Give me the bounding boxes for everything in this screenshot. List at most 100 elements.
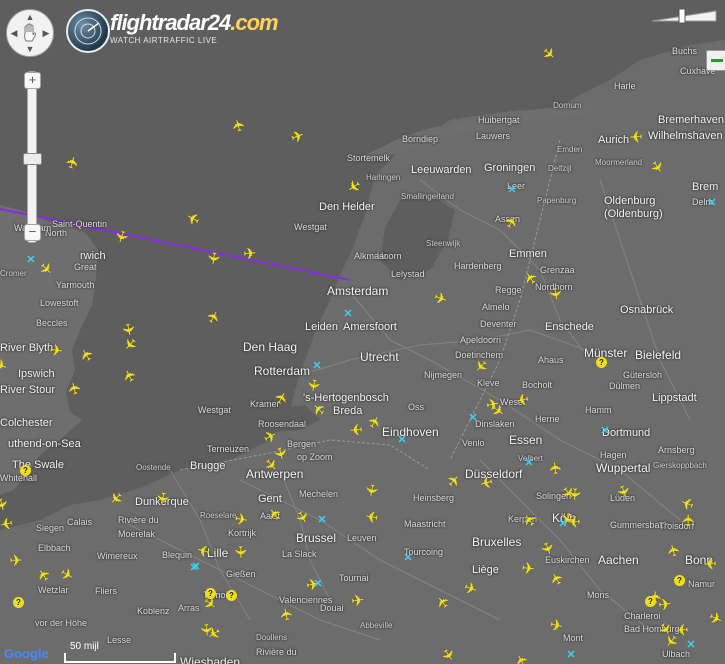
- flightradar24-logo[interactable]: flightradar24.com WATCH AIRTRAFFIC LIVE: [66, 9, 281, 53]
- airport-icon[interactable]: ✕: [600, 426, 610, 437]
- aircraft-cluster-icon[interactable]: ?: [205, 588, 216, 599]
- place-label: Papenburg: [537, 196, 577, 205]
- aircraft-icon[interactable]: ✈: [674, 620, 691, 637]
- place-label: Westgat: [294, 222, 327, 232]
- aircraft-icon[interactable]: ✈: [278, 605, 298, 624]
- place-label: Bruxelles: [472, 535, 522, 549]
- place-label: Leuven: [347, 533, 377, 543]
- place-label: Yarmouth: [56, 280, 95, 290]
- place-label: Maastricht: [404, 519, 446, 529]
- place-label: Harlingen: [366, 173, 401, 182]
- airport-icon[interactable]: ✕: [686, 640, 696, 651]
- logo-tagline: WATCH AIRTRAFFIC LIVE: [110, 36, 218, 45]
- airport-icon[interactable]: ✕: [343, 309, 353, 320]
- aircraft-icon[interactable]: ✈: [566, 512, 583, 529]
- aircraft-cluster-icon[interactable]: ?: [674, 575, 685, 586]
- place-label: Moerelak: [118, 529, 156, 539]
- aircraft-icon[interactable]: ✈: [547, 459, 566, 477]
- place-label: Eindhoven: [382, 425, 439, 439]
- airport-icon[interactable]: ✕: [317, 515, 327, 526]
- aircraft-icon[interactable]: ✈: [628, 127, 645, 145]
- place-label: Ahaus: [538, 355, 564, 365]
- place-label: River Blyth: [0, 342, 54, 354]
- pan-down-icon[interactable]: ▼: [25, 44, 35, 54]
- place-label: Gütersloh: [623, 370, 663, 380]
- aircraft-icon[interactable]: ✈: [565, 486, 583, 503]
- aircraft-icon[interactable]: ✈: [513, 389, 532, 408]
- place-label: Wilhelmshaven: [648, 130, 723, 142]
- zoom-slider-handle[interactable]: [23, 153, 42, 165]
- aircraft-icon[interactable]: ✈: [232, 511, 251, 531]
- place-label: Brussel: [296, 531, 337, 545]
- aircraft-icon[interactable]: ✈: [8, 553, 25, 571]
- airport-icon[interactable]: ✕: [191, 562, 201, 573]
- aircraft-icon[interactable]: ✈: [231, 544, 248, 560]
- place-label: Almelo: [482, 302, 510, 312]
- map-canvas[interactable]: Buchs Cuxhave Harle Dornum Huibertgat Lauwers…: [0, 0, 725, 664]
- airport-icon[interactable]: ✕: [468, 413, 478, 424]
- aircraft-icon[interactable]: ✈: [656, 596, 674, 615]
- airport-icon[interactable]: ✕: [558, 519, 568, 530]
- airport-icon[interactable]: ✕: [566, 650, 576, 661]
- airport-icon[interactable]: ✕: [26, 255, 36, 266]
- aircraft-cluster-icon[interactable]: ?: [20, 465, 31, 476]
- map-opacity-slider[interactable]: [650, 8, 718, 24]
- aircraft-icon[interactable]: ✈: [152, 489, 171, 508]
- airport-icon[interactable]: ✕: [707, 198, 717, 209]
- aircraft-icon[interactable]: ✈: [347, 419, 364, 438]
- collapse-panel-button[interactable]: [706, 50, 725, 71]
- place-label: Breda: [333, 405, 363, 417]
- zoom-in-button[interactable]: +: [24, 72, 41, 89]
- aircraft-cluster-icon[interactable]: ?: [596, 357, 607, 368]
- airport-icon[interactable]: ✕: [397, 435, 407, 446]
- place-label: Wuppertal: [596, 461, 651, 475]
- place-label: River Stour: [0, 384, 56, 396]
- place-label: Oostende: [136, 463, 171, 472]
- place-label: Grenzaa: [540, 265, 575, 275]
- place-label: Den Haag: [243, 340, 298, 354]
- place-label: Den Helder: [319, 201, 375, 213]
- aircraft-icon[interactable]: ✈: [303, 376, 322, 394]
- pan-left-icon[interactable]: ◀: [9, 28, 19, 38]
- zoom-out-button[interactable]: −: [24, 224, 41, 241]
- aircraft-icon[interactable]: ✈: [545, 285, 564, 304]
- pan-control[interactable]: ▲ ▼ ◀ ▶: [6, 9, 54, 57]
- aircraft-icon[interactable]: ✈: [701, 553, 718, 572]
- place-label: Rivière du: [118, 515, 159, 525]
- aircraft-icon[interactable]: ✈: [361, 481, 380, 500]
- airport-icon[interactable]: ✕: [507, 185, 517, 196]
- place-label: Hardenberg: [454, 261, 502, 271]
- aircraft-icon[interactable]: ✈: [47, 342, 65, 361]
- place-label: Groningen: [484, 162, 536, 174]
- place-label: Alkmaar: [354, 251, 388, 261]
- place-label: Emden: [557, 145, 583, 154]
- airport-icon[interactable]: ✕: [524, 458, 534, 469]
- aircraft-icon[interactable]: ✈: [349, 592, 367, 611]
- place-label: Fliers: [95, 586, 117, 596]
- pan-right-icon[interactable]: ▶: [41, 28, 51, 38]
- aircraft-icon[interactable]: ✈: [363, 506, 381, 525]
- pan-up-icon[interactable]: ▲: [25, 12, 35, 22]
- place-label: Charleroi: [624, 611, 661, 621]
- aircraft-icon[interactable]: ✈: [241, 245, 258, 263]
- aircraft-cluster-icon[interactable]: ?: [645, 596, 656, 607]
- aircraft-icon[interactable]: ✈: [203, 249, 222, 267]
- place-label: Nijmegen: [424, 370, 463, 380]
- place-label: Bremerhaven: [658, 114, 725, 126]
- place-label: Terneuzen: [207, 444, 250, 454]
- place-label: Whitehall: [0, 473, 38, 483]
- airport-icon[interactable]: ✕: [403, 553, 413, 564]
- place-label: Arnsberg: [658, 445, 695, 455]
- airport-icon[interactable]: ✕: [313, 579, 323, 590]
- google-logo[interactable]: Google: [4, 646, 49, 661]
- place-label: Utrecht: [360, 350, 399, 364]
- aircraft-cluster-icon[interactable]: ?: [226, 590, 237, 601]
- hand-icon[interactable]: [21, 23, 39, 43]
- aircraft-cluster-icon[interactable]: ?: [13, 597, 24, 608]
- aircraft-icon[interactable]: ✈: [519, 560, 537, 579]
- aircraft-icon[interactable]: ✈: [681, 512, 698, 528]
- radar-globe-icon: [66, 9, 110, 53]
- airport-icon[interactable]: ✕: [312, 361, 322, 372]
- place-label: Dornum: [553, 101, 582, 110]
- place-label: Koblenz: [137, 606, 170, 616]
